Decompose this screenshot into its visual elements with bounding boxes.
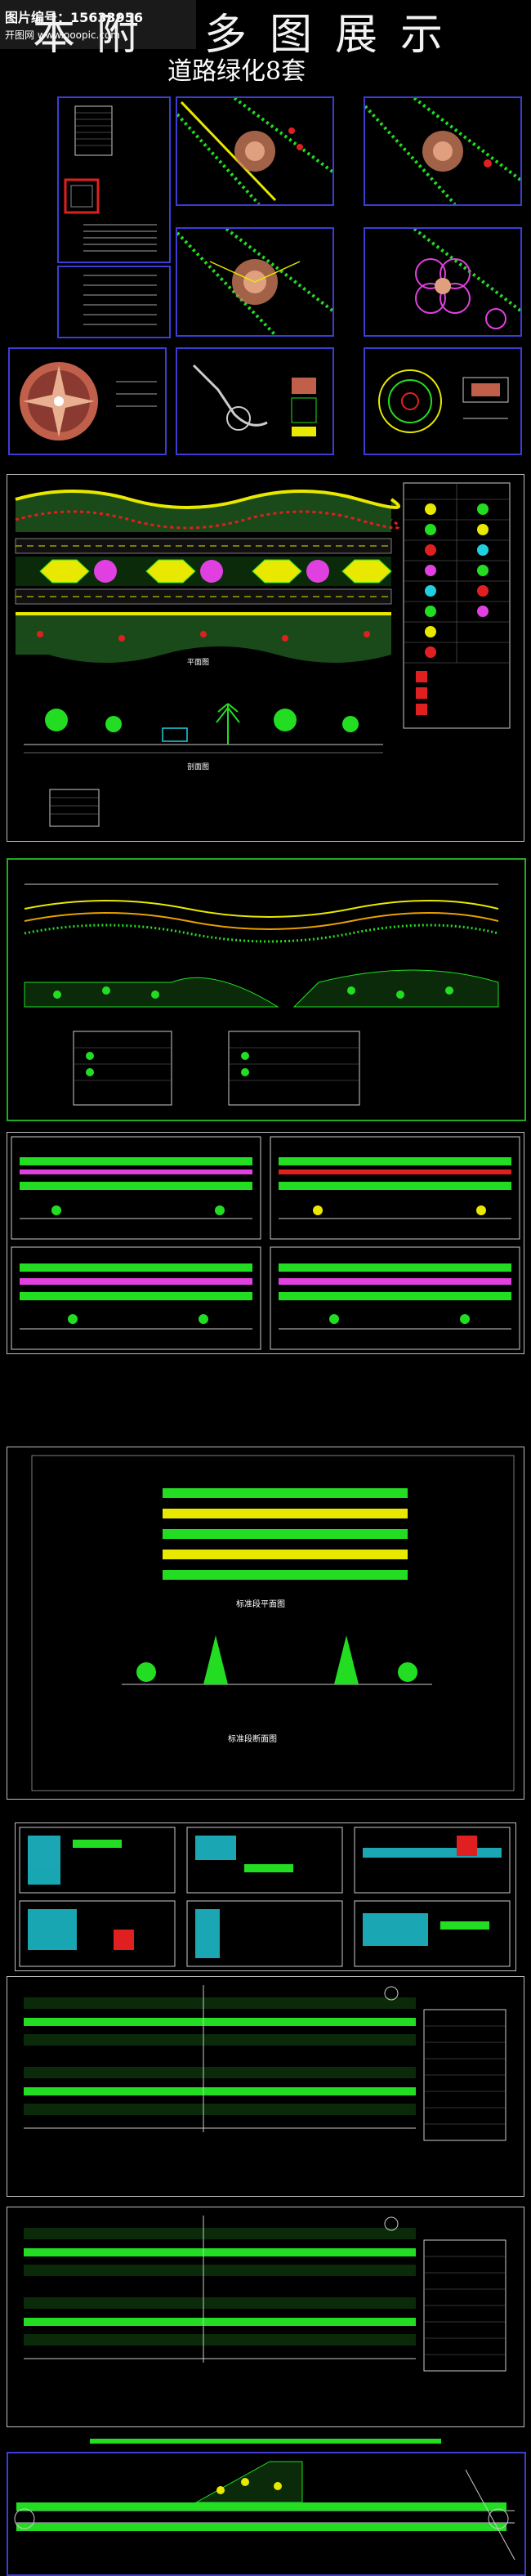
page-subtitle: 道路绿化8套 — [167, 57, 306, 86]
standard-plan-title: 标准段平面图 — [236, 1599, 285, 1609]
compass-paving-detail — [8, 347, 167, 455]
section-drawings-sheet — [7, 1132, 524, 1354]
road-greening-plan-sheet-1: 平面图 剖面图 — [7, 474, 524, 842]
drawing-index-sheet — [57, 96, 171, 263]
standard-section-title: 标准段断面图 — [228, 1733, 277, 1744]
road-plan-with-table-2 — [7, 2207, 524, 2427]
section-label: 剖面图 — [187, 762, 209, 771]
plaza-plan-thumb-3 — [176, 227, 334, 337]
road-plan-with-table-1 — [7, 1976, 524, 2197]
title-char-1: 本 — [33, 11, 81, 60]
plan-label: 平面图 — [187, 658, 209, 667]
path-layout-detail — [176, 347, 334, 455]
plaza-plan-thumb-4 — [364, 227, 522, 337]
plaza-plan-thumb-2 — [364, 96, 522, 206]
road-strip-elevation — [90, 2435, 441, 2447]
circular-seat-detail — [364, 347, 522, 455]
construction-details-sheet — [15, 1822, 516, 1971]
plaza-plan-thumb-1 — [176, 96, 334, 206]
title-char-6: 示 — [400, 11, 448, 60]
road-greening-plan-sheet-2 — [7, 858, 526, 1121]
overall-road-plan — [7, 2452, 526, 2576]
standard-section-sheet: 标准段平面图 标准段断面图 — [7, 1447, 524, 1800]
title-char-5: 展 — [335, 11, 383, 60]
detail-table-thumb — [57, 266, 171, 338]
title-char-2: 附 — [96, 11, 145, 60]
